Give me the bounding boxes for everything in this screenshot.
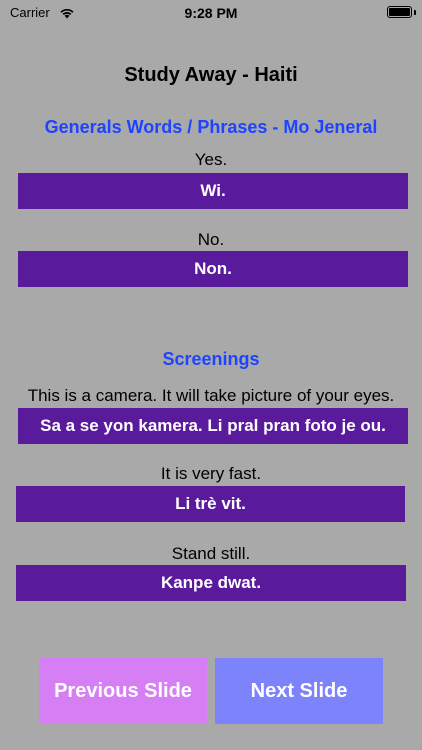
phrase-creole-button[interactable]: Li trè vit.: [16, 486, 405, 522]
phrase-english: Yes.: [194, 150, 228, 169]
battery-icon: [387, 6, 412, 18]
phrase-english: It is very fast.: [160, 464, 262, 483]
next-slide-button[interactable]: Next Slide: [215, 658, 383, 724]
phrase-creole-button[interactable]: Non.: [18, 251, 408, 287]
page-title: Study Away - Haiti: [124, 64, 298, 86]
phrase-english: No.: [197, 230, 225, 249]
phrase-english: This is a camera. It will take picture o…: [27, 386, 395, 405]
status-time: 9:28 PM: [184, 5, 238, 21]
battery-cap: [414, 10, 416, 15]
section-heading-screenings: Screenings: [162, 349, 260, 369]
previous-slide-button[interactable]: Previous Slide: [39, 658, 207, 724]
section-heading-general: Generals Words / Phrases - Mo Jeneral: [44, 117, 378, 137]
phrase-creole-button[interactable]: Sa a se yon kamera. Li pral pran foto je…: [18, 408, 408, 444]
status-bar: Carrier 9:28 PM: [0, 0, 422, 26]
phrase-english: Stand still.: [171, 544, 251, 563]
phrase-creole-button[interactable]: Kanpe dwat.: [16, 565, 406, 601]
phrase-creole-button[interactable]: Wi.: [18, 173, 408, 209]
